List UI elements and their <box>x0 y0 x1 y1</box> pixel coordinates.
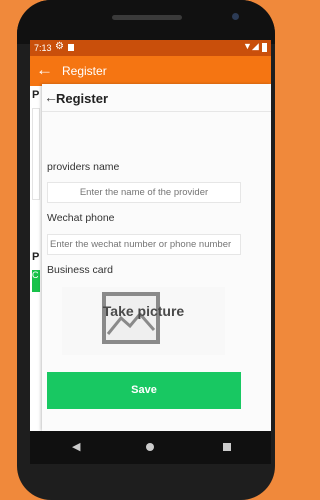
business-card-label: Business card <box>47 264 113 276</box>
system-navigation-bar: ◀ <box>30 431 271 464</box>
battery-icon <box>262 43 267 52</box>
background-card <box>32 108 40 200</box>
save-button[interactable]: Save <box>47 372 241 409</box>
background-section-heading: P <box>32 251 40 263</box>
settings-icon: ⚙ <box>55 41 64 52</box>
status-time: 7:13 <box>34 43 52 53</box>
take-picture-area[interactable]: Take picture <box>62 287 225 355</box>
device-screen: 7:13 ⚙ ▼◢ ← Register P P C ← Register pr… <box>30 40 271 464</box>
wechat-phone-input[interactable] <box>47 234 241 255</box>
phone-top-bezel <box>17 0 275 44</box>
provider-name-input[interactable] <box>47 182 241 203</box>
speaker-grille <box>112 15 182 20</box>
front-camera <box>232 13 239 20</box>
app-bar-title: Register <box>62 64 107 78</box>
background-section-heading: P <box>32 89 40 101</box>
wifi-icon: ▼◢ <box>243 41 259 51</box>
nav-home-icon[interactable] <box>146 443 154 451</box>
status-bar: 7:13 ⚙ ▼◢ <box>30 40 271 56</box>
phone-frame: 7:13 ⚙ ▼◢ ← Register P P C ← Register pr… <box>17 0 275 500</box>
take-picture-label: Take picture <box>102 303 185 319</box>
background-button-label: C <box>32 270 39 280</box>
dialog-header: ← Register <box>42 84 271 112</box>
register-dialog: ← Register providers name Wechat phone B… <box>42 84 271 431</box>
wechat-phone-label: Wechat phone <box>47 212 115 224</box>
provider-name-label: providers name <box>47 161 120 173</box>
dialog-title: Register <box>56 91 109 106</box>
app-bar: ← Register <box>30 56 271 86</box>
sd-card-icon <box>68 44 74 51</box>
nav-back-icon[interactable]: ◀ <box>72 440 80 453</box>
back-arrow-icon[interactable]: ← <box>36 60 53 80</box>
nav-recents-icon[interactable] <box>223 443 231 451</box>
background-button: C <box>32 270 40 292</box>
